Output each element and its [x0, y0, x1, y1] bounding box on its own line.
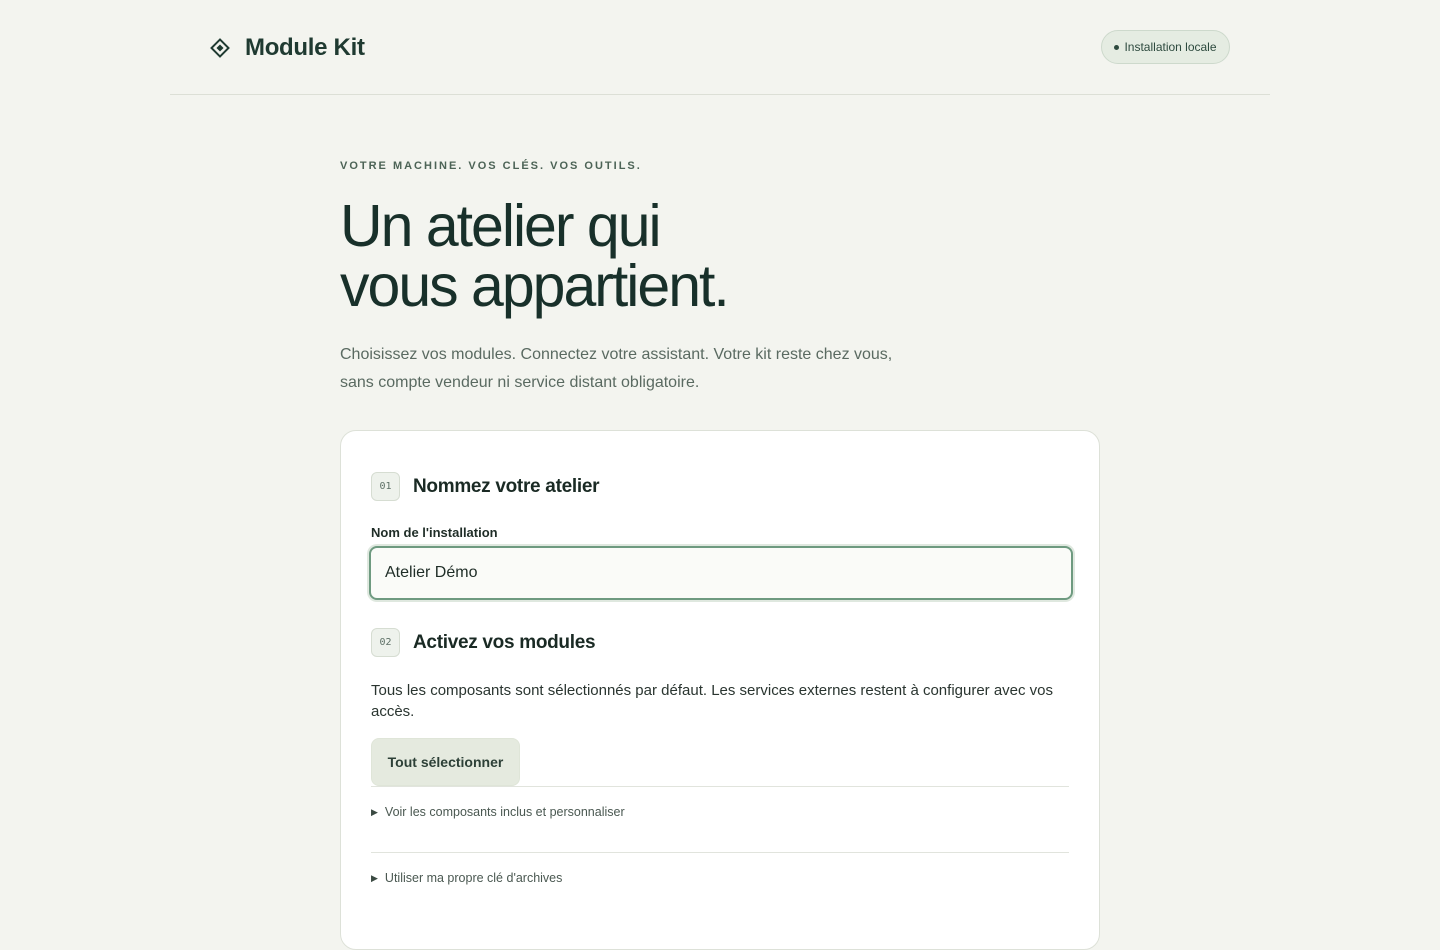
- setup-card: 01 Nommez votre atelier Nom de l'install…: [340, 430, 1100, 950]
- installation-name-input[interactable]: [369, 546, 1073, 600]
- hero-eyebrow: VOTRE MACHINE. VOS CLÉS. VOS OUTILS.: [340, 160, 642, 172]
- installation-name-label: Nom de l'installation: [371, 525, 498, 540]
- brand-name: Module Kit: [245, 34, 365, 61]
- select-all-button[interactable]: Tout sélectionner: [371, 738, 520, 786]
- badge-label: Installation locale: [1124, 40, 1217, 54]
- step-1-header: 01 Nommez votre atelier: [371, 472, 599, 501]
- install-status-badge: Installation locale: [1101, 30, 1230, 64]
- brand[interactable]: Module Kit: [210, 34, 365, 62]
- hero-subtitle-line-2: sans compte vendeur ni service distant o…: [340, 374, 700, 391]
- archive-key-disclosure[interactable]: ▶ Utiliser ma propre clé d'archives: [371, 871, 562, 885]
- step-number: 01: [371, 472, 400, 501]
- disclosure-triangle-icon: ▶: [371, 872, 378, 883]
- divider: [371, 786, 1069, 787]
- hero-title-line-1: Un atelier qui: [340, 193, 662, 259]
- hero-title-line-2: vous appartient.: [340, 253, 730, 319]
- modules-description: Tous les composants sont sélectionnés pa…: [371, 682, 1054, 720]
- divider: [371, 852, 1069, 853]
- disclosure-triangle-icon: ▶: [371, 806, 378, 817]
- status-dot-icon: [1114, 44, 1120, 50]
- diamond-icon: [210, 38, 230, 58]
- step-title: Activez vos modules: [413, 631, 596, 653]
- hero-title: Un atelier qui vous appartient.: [340, 196, 1040, 316]
- top-header: Module Kit Installation locale: [170, 0, 1270, 95]
- components-disclosure[interactable]: ▶ Voir les composants inclus et personna…: [371, 805, 625, 819]
- step-2-header: 02 Activez vos modules: [371, 628, 596, 657]
- disclosure-label: Utiliser ma propre clé d'archives: [384, 871, 563, 885]
- step-number: 02: [371, 628, 400, 657]
- disclosure-label: Voir les composants inclus et personnali…: [384, 805, 625, 819]
- hero-subtitle: Choisissez vos modules. Connectez votre …: [340, 341, 940, 397]
- step-title: Nommez votre atelier: [413, 475, 600, 497]
- hero-subtitle-line-1: Choisissez vos modules. Connectez votre …: [340, 346, 893, 363]
